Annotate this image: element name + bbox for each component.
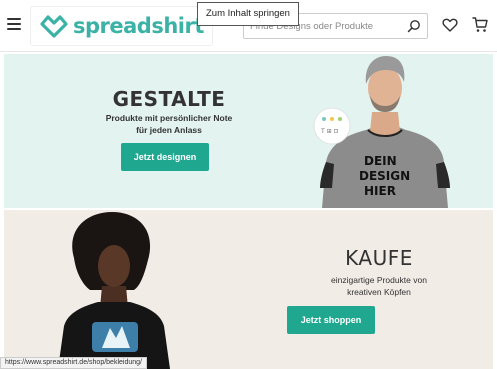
shirt-text-line1: DEIN (364, 154, 397, 168)
heart-icon[interactable] (442, 17, 458, 33)
svg-text:T ⊞ ⊡: T ⊞ ⊡ (320, 128, 339, 135)
design-now-button[interactable]: Jetzt designen (121, 143, 209, 171)
woman-with-shirt-image (58, 212, 170, 369)
hero-shop-title: KAUFE (345, 246, 413, 270)
hero-shop-subtitle-line1: einzigartige Produkte von (331, 275, 427, 285)
hero-shop-subtitle-line2: kreativen Köpfen (347, 287, 411, 297)
logo-icon (40, 15, 68, 38)
shop-now-button[interactable]: Jetzt shoppen (287, 306, 375, 334)
man-with-shirt-image: DEIN DESIGN HIER T ⊞ ⊡ (313, 56, 450, 208)
skip-to-content-link[interactable]: Zum Inhalt springen (197, 2, 299, 26)
hero-design-banner[interactable]: GESTALTE Produkte mit persönlicher Note … (4, 54, 493, 208)
hero-design-title: GESTALTE (112, 87, 226, 111)
hero-shop-subtitle: einzigartige Produkte von kreativen Köpf… (264, 274, 493, 298)
logo-text: spreadshirt (73, 14, 204, 38)
logo-link[interactable]: spreadshirt (30, 6, 213, 46)
hero-design-subtitle: Produkte mit persönlicher Note für jeden… (4, 112, 334, 136)
menu-icon[interactable] (7, 18, 21, 30)
cart-icon[interactable] (472, 16, 488, 33)
hero-design-subtitle-line2: für jeden Anlass (136, 125, 202, 135)
link-status-bar: https://www.spreadshirt.de/shop/bekleidu… (0, 357, 147, 369)
hero-shop-banner[interactable]: KAUFE einzigartige Produkte von kreative… (4, 210, 493, 369)
shirt-text-line3: HIER (364, 184, 396, 198)
hero-design-subtitle-line1: Produkte mit persönlicher Note (105, 113, 233, 123)
search-icon[interactable] (407, 19, 421, 33)
shirt-text-line2: DESIGN (359, 169, 410, 183)
